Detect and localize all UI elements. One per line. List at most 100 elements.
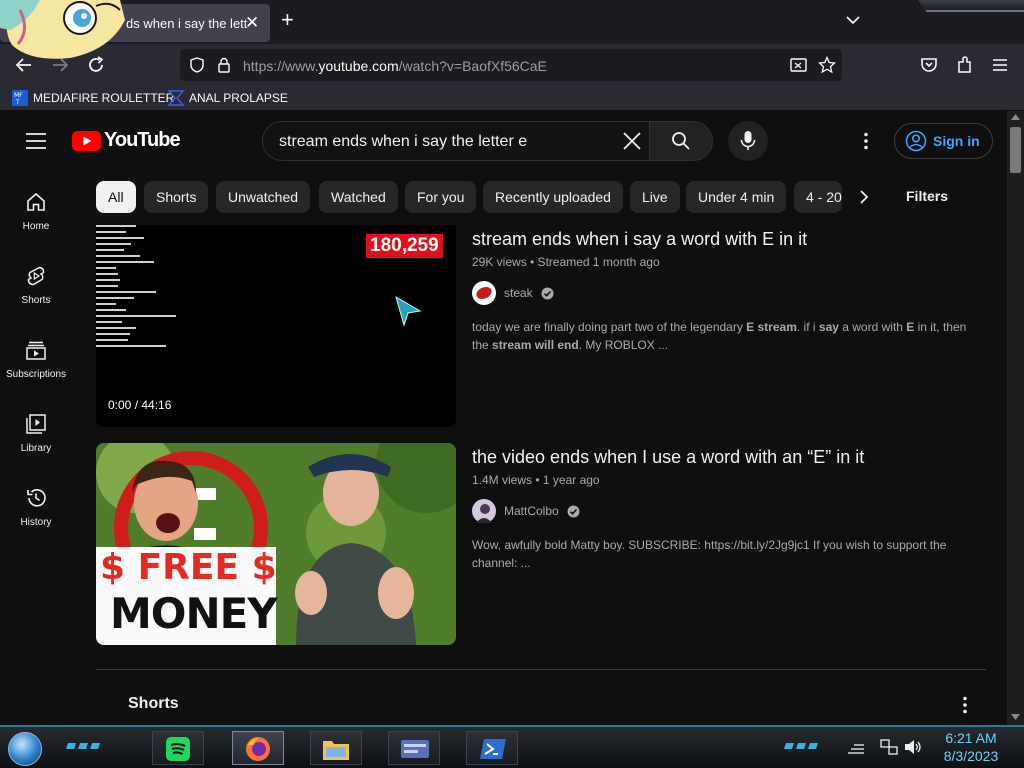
- pocket-icon[interactable]: [918, 54, 940, 76]
- channel-info[interactable]: MattColbo: [472, 499, 580, 523]
- verified-check-icon: [541, 287, 554, 299]
- shorts-more-options-icon[interactable]: [955, 695, 975, 715]
- clock-time: 6:21 AM: [945, 730, 997, 746]
- taskbar-app-file-explorer[interactable]: [310, 731, 362, 765]
- guide-item-library[interactable]: Library: [0, 391, 72, 465]
- channel-avatar[interactable]: [472, 499, 496, 523]
- clear-search-icon[interactable]: [621, 130, 643, 152]
- new-tab-button[interactable]: +: [281, 9, 294, 31]
- chip-shorts[interactable]: Shorts: [144, 181, 209, 213]
- clock-date: 8/3/2023: [943, 748, 999, 764]
- scroll-up-arrow-icon[interactable]: [1011, 114, 1020, 120]
- windows-taskbar: 6:21 AM 8/3/2023: [0, 725, 1024, 768]
- taskbar-decoration-left: [66, 743, 100, 749]
- bookmark-chevron-icon: [168, 90, 184, 106]
- subscriptions-icon: [26, 341, 46, 360]
- scrollbar-thumb[interactable]: [1010, 127, 1021, 173]
- video-description: Wow, awfully bold Matty boy. SUBSCRIBE: …: [472, 538, 947, 570]
- anime-sticker-image: [0, 0, 126, 59]
- guide-item-history[interactable]: History: [0, 465, 72, 539]
- mattcolbo-avatar-icon: [472, 499, 496, 523]
- youtube-logo[interactable]: YouTube: [72, 129, 181, 152]
- tracking-protection-shield-icon[interactable]: [189, 57, 205, 73]
- taskbar-app-powershell[interactable]: [466, 731, 518, 765]
- voice-search-button[interactable]: [728, 121, 768, 161]
- bookmark-star-icon[interactable]: [818, 56, 836, 74]
- video-result-1[interactable]: 180,259 0:00 / 44:16 stream ends when i …: [96, 225, 986, 427]
- search-button[interactable]: [649, 121, 713, 161]
- file-explorer-icon: [323, 741, 349, 760]
- volume-icon[interactable]: [904, 739, 922, 755]
- tab-list-chevron-icon[interactable]: [845, 12, 861, 28]
- bookmarks-toolbar: MF T MEDIAFIRE ROULETTER ANAL PROLAPSE: [0, 86, 1024, 111]
- tab-close-icon[interactable]: ✕: [245, 13, 259, 33]
- chip-all[interactable]: All: [96, 181, 136, 213]
- guide-item-home[interactable]: Home: [0, 169, 72, 243]
- start-orb-button[interactable]: [8, 732, 42, 766]
- chip-for-you[interactable]: For you: [405, 181, 477, 213]
- channel-name[interactable]: steak: [504, 286, 533, 300]
- bookmark-anal-prolapse[interactable]: ANAL PROLAPSE: [168, 90, 288, 106]
- system-clock[interactable]: 6:21 AM 8/3/2023: [936, 729, 1006, 765]
- sign-in-button[interactable]: Sign in: [894, 123, 993, 159]
- hamburger-menu-icon[interactable]: [989, 54, 1011, 76]
- search-input[interactable]: stream ends when i say the letter e: [279, 133, 527, 151]
- video-result-2[interactable]: $ FREE $ MONEY the video ends when I use…: [96, 443, 986, 645]
- chip-recently-uploaded[interactable]: Recently uploaded: [483, 181, 623, 213]
- microphone-icon: [740, 131, 756, 150]
- filter-chips-bar: All Shorts Unwatched Watched For you Rec…: [96, 180, 996, 214]
- video-title[interactable]: the video ends when I use a word with an…: [472, 447, 864, 468]
- channel-info[interactable]: steak: [472, 281, 554, 305]
- bookmark-mediafire-rouletter[interactable]: MF T MEDIAFIRE ROULETTER: [12, 90, 174, 106]
- history-icon: [27, 489, 46, 507]
- picture-in-picture-icon[interactable]: [790, 57, 807, 73]
- taskbar-app-firefox[interactable]: [232, 731, 284, 765]
- home-icon: [27, 192, 45, 211]
- settings-more-icon[interactable]: [856, 131, 876, 151]
- youtube-page: YouTube stream ends when i say the lette…: [0, 111, 1024, 725]
- show-hidden-icons-icon[interactable]: [846, 739, 866, 755]
- filters-button[interactable]: Filters: [906, 188, 948, 204]
- window-controls: [918, 0, 1024, 12]
- guide-menu-icon[interactable]: [26, 133, 46, 149]
- firefox-icon: [246, 737, 270, 761]
- network-icon[interactable]: [880, 739, 898, 755]
- video-thumbnail-2[interactable]: $ FREE $ MONEY: [96, 443, 456, 645]
- control-panel-icon: [401, 740, 429, 758]
- page-scrollbar[interactable]: [1007, 111, 1024, 725]
- tab-title: ds when i say the lett: [126, 16, 248, 31]
- guide-item-shorts[interactable]: Shorts: [0, 243, 72, 317]
- steak-avatar-icon: [476, 286, 492, 300]
- chip-4-20-min[interactable]: 4 - 20: [794, 181, 842, 213]
- svg-text:MF: MF: [14, 92, 23, 99]
- video-metadata: 1.4M views • 1 year ago: [472, 473, 600, 487]
- channel-name[interactable]: MattColbo: [504, 504, 559, 518]
- mediafire-icon: MFT: [12, 90, 28, 106]
- address-bar[interactable]: https://www.youtube.com/watch?v=BaofXf56…: [180, 49, 842, 81]
- verified-check-icon: [567, 505, 580, 517]
- video-thumbnail-1[interactable]: 180,259 0:00 / 44:16: [96, 225, 456, 427]
- navigation-toolbar: https://www.youtube.com/watch?v=BaofXf56…: [0, 44, 1024, 86]
- channel-avatar[interactable]: [472, 281, 496, 305]
- chip-under-4-min[interactable]: Under 4 min: [686, 181, 787, 213]
- lock-icon[interactable]: [217, 57, 231, 73]
- chip-watched[interactable]: Watched: [319, 181, 398, 213]
- shorts-shelf-heading: Shorts: [128, 695, 179, 712]
- scroll-down-arrow-icon[interactable]: [1011, 714, 1020, 720]
- url-text[interactable]: https://www.youtube.com/watch?v=BaofXf56…: [243, 58, 547, 74]
- search-icon: [672, 132, 690, 150]
- youtube-play-logo-icon: [72, 130, 101, 151]
- video-description: today we are finally doing part two of t…: [472, 320, 967, 352]
- youtube-masthead: YouTube stream ends when i say the lette…: [0, 111, 1007, 169]
- extensions-puzzle-icon[interactable]: [954, 54, 976, 76]
- thumbnail-text-free: $ FREE $: [100, 547, 277, 588]
- guide-item-subscriptions[interactable]: Subscriptions: [0, 317, 72, 391]
- search-box[interactable]: stream ends when i say the letter e: [262, 121, 713, 161]
- chips-next-chevron-icon[interactable]: [854, 187, 874, 207]
- video-metadata: 29K views • Streamed 1 month ago: [472, 255, 660, 269]
- taskbar-app-control-panel[interactable]: [388, 731, 440, 765]
- video-title[interactable]: stream ends when i say a word with E in …: [472, 229, 807, 250]
- taskbar-app-spotify[interactable]: [152, 731, 204, 765]
- chip-unwatched[interactable]: Unwatched: [216, 181, 311, 213]
- chip-live[interactable]: Live: [630, 181, 680, 213]
